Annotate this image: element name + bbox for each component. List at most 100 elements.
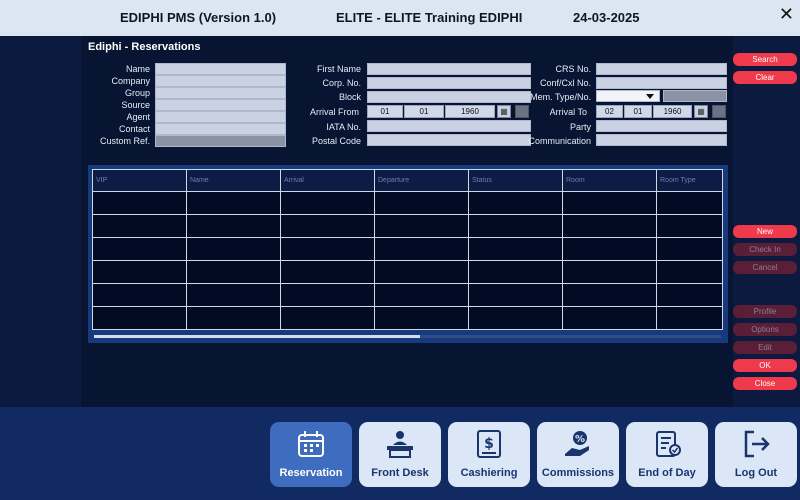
company-field[interactable]: [155, 75, 286, 87]
table-cell[interactable]: [374, 237, 469, 261]
column-name[interactable]: Name: [186, 169, 281, 192]
communication-field[interactable]: [596, 134, 727, 146]
table-row[interactable]: [92, 237, 723, 261]
table-cell[interactable]: [92, 260, 187, 284]
column-departure[interactable]: Departure: [374, 169, 469, 192]
new-button[interactable]: New: [733, 225, 797, 238]
table-cell[interactable]: [656, 191, 723, 215]
table-cell[interactable]: [468, 260, 563, 284]
table-cell[interactable]: [468, 191, 563, 215]
table-cell[interactable]: [562, 306, 657, 330]
nav-front-desk[interactable]: Front Desk: [359, 422, 441, 487]
table-cell[interactable]: [280, 214, 375, 238]
table-cell[interactable]: [280, 283, 375, 307]
table-row[interactable]: [92, 306, 723, 330]
table-cell[interactable]: [562, 237, 657, 261]
check-in-button[interactable]: Check In: [733, 243, 797, 256]
table-cell[interactable]: [656, 214, 723, 238]
arrival-from-year[interactable]: 1960: [445, 105, 495, 118]
table-cell[interactable]: [186, 306, 281, 330]
table-row[interactable]: [92, 214, 723, 238]
arrival-from-extra[interactable]: [515, 105, 529, 118]
column-room[interactable]: Room: [562, 169, 657, 192]
clear-button[interactable]: Clear: [733, 71, 797, 84]
arrival-from-month[interactable]: 01: [404, 105, 444, 118]
table-cell[interactable]: [468, 283, 563, 307]
table-cell[interactable]: [280, 260, 375, 284]
scrollbar-thumb[interactable]: [94, 335, 421, 338]
table-cell[interactable]: [468, 237, 563, 261]
arrival-to-extra[interactable]: [712, 105, 726, 118]
table-cell[interactable]: [92, 306, 187, 330]
table-cell[interactable]: [186, 214, 281, 238]
ok-button[interactable]: OK: [733, 359, 797, 372]
table-cell[interactable]: [186, 191, 281, 215]
column-status[interactable]: Status: [468, 169, 563, 192]
postal-code-field[interactable]: [367, 134, 531, 146]
horizontal-scrollbar[interactable]: [94, 335, 721, 338]
table-cell[interactable]: [468, 306, 563, 330]
table-cell[interactable]: [374, 191, 469, 215]
source-field[interactable]: [155, 99, 286, 111]
table-cell[interactable]: [374, 214, 469, 238]
column-room-type[interactable]: Room Type: [656, 169, 723, 192]
close-button[interactable]: Close: [733, 377, 797, 390]
name-field[interactable]: [155, 63, 286, 75]
table-cell[interactable]: [280, 191, 375, 215]
corp-no-field[interactable]: [367, 77, 531, 89]
table-cell[interactable]: [186, 283, 281, 307]
edit-button[interactable]: Edit: [733, 341, 797, 354]
table-cell[interactable]: [656, 283, 723, 307]
table-cell[interactable]: [656, 306, 723, 330]
custom-ref-field[interactable]: [155, 135, 286, 147]
table-cell[interactable]: [280, 306, 375, 330]
nav-end-of-day[interactable]: End of Day: [626, 422, 708, 487]
table-cell[interactable]: [92, 214, 187, 238]
table-cell[interactable]: [92, 237, 187, 261]
nav-log-out[interactable]: Log Out: [715, 422, 797, 487]
table-cell[interactable]: [374, 283, 469, 307]
search-button[interactable]: Search: [733, 53, 797, 66]
table-cell[interactable]: [656, 260, 723, 284]
table-cell[interactable]: [562, 260, 657, 284]
block-field[interactable]: [367, 91, 531, 103]
cancel-button[interactable]: Cancel: [733, 261, 797, 274]
first-name-field[interactable]: [367, 63, 531, 75]
mem-no-field[interactable]: [663, 90, 727, 102]
table-row[interactable]: [92, 283, 723, 307]
party-field[interactable]: [596, 120, 727, 132]
conf-cxl-no-field[interactable]: [596, 77, 727, 89]
arrival-from-day[interactable]: 01: [367, 105, 403, 118]
table-cell[interactable]: [92, 191, 187, 215]
table-cell[interactable]: [280, 237, 375, 261]
nav-cashiering[interactable]: $ Cashiering: [448, 422, 530, 487]
calendar-icon[interactable]: ▦: [497, 105, 511, 118]
arrival-to-month[interactable]: 01: [624, 105, 652, 118]
table-cell[interactable]: [468, 214, 563, 238]
table-cell[interactable]: [374, 260, 469, 284]
nav-reservation[interactable]: Reservation: [270, 422, 352, 487]
table-cell[interactable]: [656, 237, 723, 261]
table-cell[interactable]: [374, 306, 469, 330]
table-cell[interactable]: [186, 237, 281, 261]
nav-commissions[interactable]: % Commissions: [537, 422, 619, 487]
table-row[interactable]: [92, 191, 723, 215]
table-cell[interactable]: [562, 191, 657, 215]
table-cell[interactable]: [562, 214, 657, 238]
table-cell[interactable]: [562, 283, 657, 307]
column-vip[interactable]: VIP: [92, 169, 187, 192]
table-cell[interactable]: [186, 260, 281, 284]
profile-button[interactable]: Profile: [733, 305, 797, 318]
group-field[interactable]: [155, 87, 286, 99]
options-button[interactable]: Options: [733, 323, 797, 336]
close-icon[interactable]: ✕: [779, 4, 794, 25]
agent-field[interactable]: [155, 111, 286, 123]
table-row[interactable]: [92, 260, 723, 284]
arrival-to-year[interactable]: 1960: [653, 105, 692, 118]
calendar-icon[interactable]: ▦: [694, 105, 708, 118]
crs-no-field[interactable]: [596, 63, 727, 75]
arrival-to-day[interactable]: 02: [596, 105, 623, 118]
table-cell[interactable]: [92, 283, 187, 307]
column-arrival[interactable]: Arrival: [280, 169, 375, 192]
iata-no-field[interactable]: [367, 120, 531, 132]
